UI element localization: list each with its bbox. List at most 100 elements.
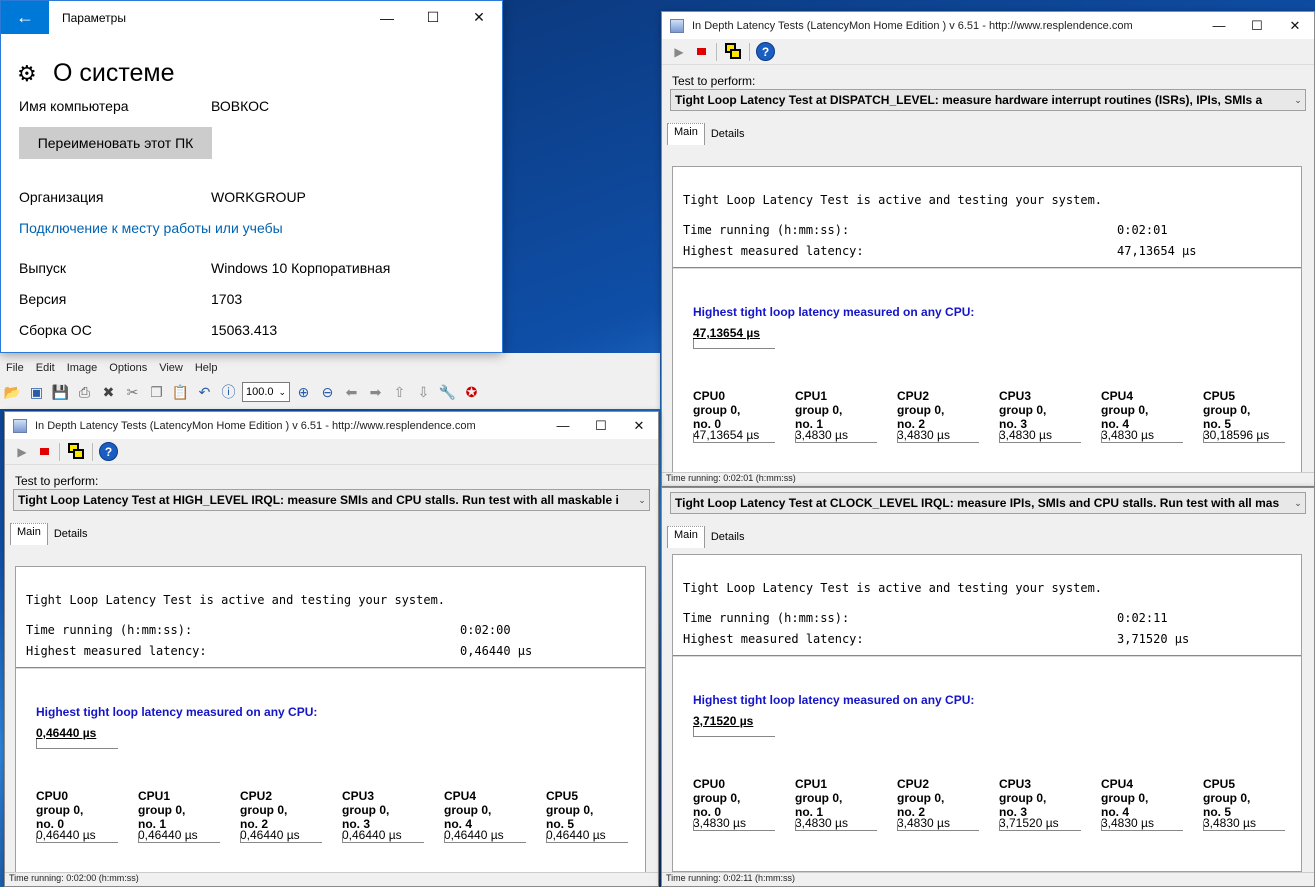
latencymon-toolbar: ▶? bbox=[662, 39, 1314, 65]
windows-icon[interactable] bbox=[66, 442, 86, 462]
cpu-group: group 0, bbox=[795, 403, 843, 417]
next-arrow-icon[interactable]: ➡ bbox=[365, 382, 386, 403]
cpu-label: CPU1 group 0, no. 1 bbox=[795, 777, 890, 819]
cut-icon[interactable]: ✂ bbox=[122, 382, 143, 403]
print-icon[interactable]: ⎙ bbox=[74, 382, 95, 403]
close-icon[interactable]: ✕ bbox=[620, 418, 658, 434]
cpu-latency-bar bbox=[240, 833, 322, 843]
highest-latency-value: 0,46440 µs bbox=[460, 644, 533, 658]
zoom-value: 100.0 bbox=[246, 386, 274, 398]
test-select[interactable]: Tight Loop Latency Test at HIGH_LEVEL IR… bbox=[13, 489, 650, 511]
test-select[interactable]: Tight Loop Latency Test at DISPATCH_LEVE… bbox=[670, 89, 1306, 111]
test-select[interactable]: Tight Loop Latency Test at CLOCK_LEVEL I… bbox=[670, 492, 1306, 514]
rename-pc-button[interactable]: Переименовать этот ПК bbox=[19, 127, 212, 159]
cpu-latency-bar bbox=[36, 833, 118, 843]
help-icon[interactable]: ? bbox=[99, 442, 118, 461]
cpu-label: CPU1 group 0, no. 1 bbox=[795, 389, 890, 431]
highest-latency-value: 47,13654 µs bbox=[1117, 244, 1197, 258]
toolbar-separator bbox=[716, 42, 717, 61]
status-bar: Time running: 0:02:00 (h:mm:ss) bbox=[5, 872, 658, 886]
cpu-group: group 0, bbox=[693, 403, 741, 417]
cpu-group: group 0, bbox=[240, 803, 288, 817]
cpu-name: CPU1 bbox=[795, 389, 828, 403]
cpu-latency-bar bbox=[795, 433, 877, 443]
edition-value: Windows 10 Корпоративная bbox=[211, 260, 391, 276]
maximize-icon[interactable]: ☐ bbox=[1238, 18, 1276, 34]
undo-icon[interactable]: ↶ bbox=[194, 382, 215, 403]
tab-details[interactable]: Details bbox=[705, 126, 751, 145]
close-icon[interactable]: ✕ bbox=[1276, 18, 1314, 34]
cpu-name: CPU0 bbox=[36, 789, 69, 803]
tab-main[interactable]: Main bbox=[667, 123, 705, 145]
time-running-label: Time running (h:mm:ss): bbox=[683, 223, 850, 237]
menu-options[interactable]: Options bbox=[109, 362, 147, 374]
test-select-value: Tight Loop Latency Test at CLOCK_LEVEL I… bbox=[675, 496, 1280, 510]
maximize-icon[interactable]: ☐ bbox=[410, 1, 456, 34]
chevron-down-icon: ⌄ bbox=[1294, 94, 1302, 105]
exit-icon[interactable]: ✪ bbox=[461, 382, 482, 403]
cpu-label: CPU2 group 0, no. 2 bbox=[897, 777, 992, 819]
open-folder-icon[interactable]: 📂 bbox=[2, 382, 23, 403]
play-icon[interactable]: ▶ bbox=[670, 43, 688, 61]
cpu-label: CPU2 group 0, no. 2 bbox=[240, 789, 335, 831]
highest-cpu-latency-label: Highest tight loop latency measured on a… bbox=[36, 705, 318, 719]
delete-icon[interactable]: ✖ bbox=[98, 382, 119, 403]
tab-details[interactable]: Details bbox=[705, 529, 751, 548]
work-school-link[interactable]: Подключение к месту работы или учебы bbox=[19, 220, 283, 236]
latencymon-titlebar: In Depth Latency Tests (LatencyMon Home … bbox=[662, 12, 1314, 39]
menu-help[interactable]: Help bbox=[195, 362, 218, 374]
cpu-label: CPU4 group 0, no. 4 bbox=[1101, 389, 1196, 431]
image-icon[interactable]: ▣ bbox=[26, 382, 47, 403]
windows-icon[interactable] bbox=[723, 42, 743, 62]
zoom-select[interactable]: 100.0 ⌄ bbox=[242, 382, 290, 402]
test-select-value: Tight Loop Latency Test at HIGH_LEVEL IR… bbox=[18, 493, 619, 507]
menu-edit[interactable]: Edit bbox=[36, 362, 55, 374]
first-page-icon[interactable]: ⇧ bbox=[389, 382, 410, 403]
highest-latency-bar bbox=[693, 727, 775, 737]
tab-details[interactable]: Details bbox=[48, 526, 94, 545]
viewer-toolbar: 📂 ▣ 💾 ⎙ ✖ ✂ ❐ 📋 ↶ ⓘ 100.0 ⌄ ⊕ ⊖ ⬅ ➡ ⇧ ⇩ 🔧… bbox=[0, 377, 660, 407]
minimize-icon[interactable]: — bbox=[544, 418, 582, 433]
cpu-latency-bar bbox=[999, 433, 1081, 443]
cpu-name: CPU5 bbox=[1203, 389, 1236, 403]
highest-latency-label: Highest measured latency: bbox=[683, 244, 864, 258]
close-icon[interactable]: ✕ bbox=[456, 1, 502, 34]
last-page-icon[interactable]: ⇩ bbox=[413, 382, 434, 403]
cpu-name: CPU3 bbox=[999, 777, 1032, 791]
tools-icon[interactable]: 🔧 bbox=[437, 382, 458, 403]
stop-icon[interactable] bbox=[35, 443, 53, 461]
previous-arrow-icon[interactable]: ⬅ bbox=[341, 382, 362, 403]
section-divider bbox=[16, 667, 645, 670]
cpu-label: CPU2 group 0, no. 2 bbox=[897, 389, 992, 431]
zoom-in-icon[interactable]: ⊕ bbox=[293, 382, 314, 403]
maximize-icon[interactable]: ☐ bbox=[582, 418, 620, 434]
chevron-down-icon: ⌄ bbox=[638, 494, 646, 505]
help-icon[interactable]: ? bbox=[756, 42, 775, 61]
menu-file[interactable]: File bbox=[6, 362, 24, 374]
zoom-out-icon[interactable]: ⊖ bbox=[317, 382, 338, 403]
cpu-label: CPU5 group 0, no. 5 bbox=[546, 789, 641, 831]
paste-icon[interactable]: 📋 bbox=[170, 382, 191, 403]
cpu-latency-bar bbox=[795, 821, 877, 831]
active-status-text: Tight Loop Latency Test is active and te… bbox=[683, 581, 1103, 595]
save-icon[interactable]: 💾 bbox=[50, 382, 71, 403]
cpu-group: group 0, bbox=[999, 403, 1047, 417]
play-icon[interactable]: ▶ bbox=[13, 443, 31, 461]
copy-icon[interactable]: ❐ bbox=[146, 382, 167, 403]
minimize-icon[interactable]: — bbox=[364, 1, 410, 34]
tab-main[interactable]: Main bbox=[667, 526, 705, 548]
menu-view[interactable]: View bbox=[159, 362, 183, 374]
cpu-group: group 0, bbox=[795, 791, 843, 805]
info-icon[interactable]: ⓘ bbox=[218, 382, 239, 403]
minimize-icon[interactable]: — bbox=[1200, 18, 1238, 33]
back-arrow-icon[interactable]: ← bbox=[1, 1, 49, 34]
cpu-group: group 0, bbox=[693, 791, 741, 805]
stop-icon[interactable] bbox=[692, 43, 710, 61]
cpu-name: CPU2 bbox=[897, 777, 930, 791]
menu-image[interactable]: Image bbox=[67, 362, 98, 374]
highest-latency-label: Highest measured latency: bbox=[26, 644, 207, 658]
time-running-label: Time running (h:mm:ss): bbox=[683, 611, 850, 625]
tab-main[interactable]: Main bbox=[10, 523, 48, 545]
latencymon-toolbar: ▶? bbox=[5, 439, 658, 465]
toolbar-separator bbox=[92, 442, 93, 461]
